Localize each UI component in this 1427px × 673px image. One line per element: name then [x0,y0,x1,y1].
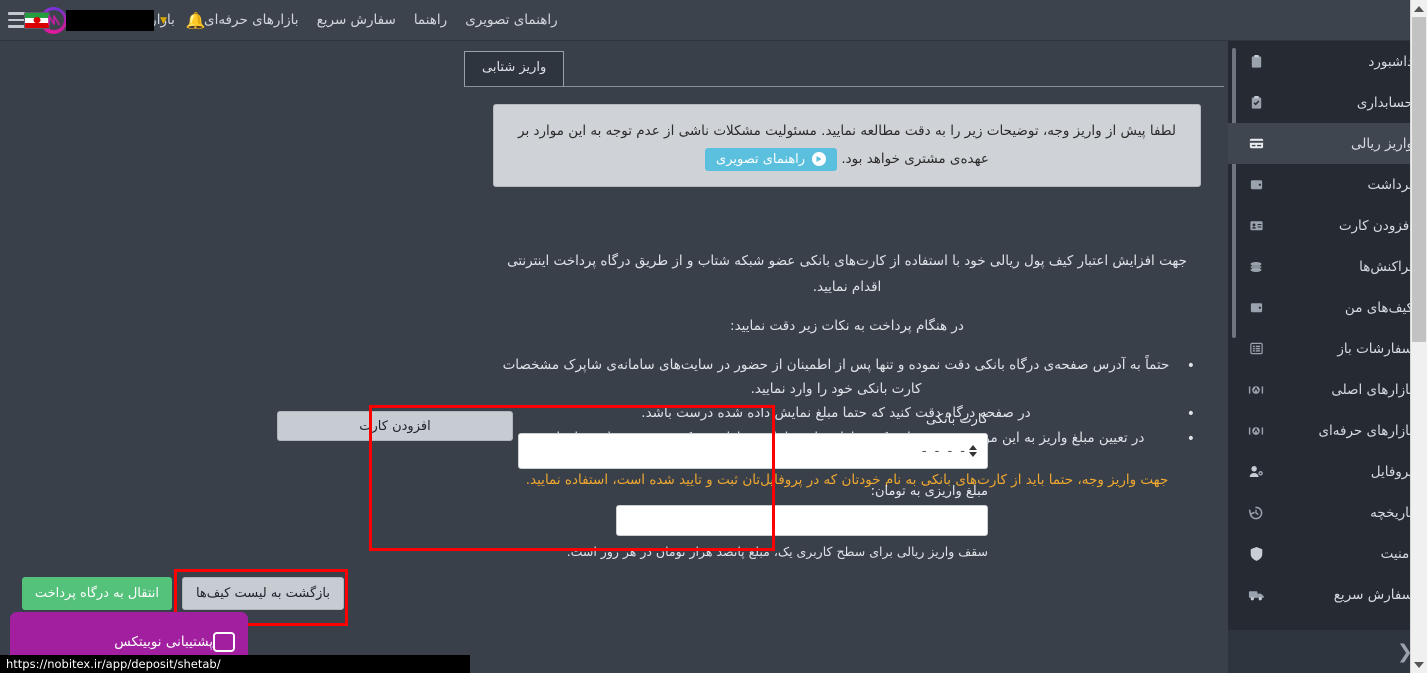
video-guide-button[interactable]: راهنمای تصویری [705,147,838,171]
sidebar-item-profile[interactable]: پروفایل › [1228,451,1427,492]
support-chat-label: پشتیبانی نوبیتکس [114,634,213,650]
top-navigation-bar: بازارهای اصلی ▼ بازارهای حرفه‌ای ▼ سفارش… [0,0,1410,41]
add-card-button[interactable]: افزودن کارت [277,411,513,441]
chevron-down-icon[interactable]: ▼ [160,16,167,26]
sidebar-item-my-wallets[interactable]: کیف‌های من [1228,287,1427,328]
bank-card-select[interactable]: - - - - [518,433,988,469]
nav-link-video-guide[interactable]: راهنمای تصویری [456,0,566,41]
sidebar: داشبورد حسابداری ⌄ واریز ریالی برداشت [1228,41,1427,673]
status-bar-url-text: https://nobitex.ir/app/deposit/shetab/ [6,657,221,671]
sidebar-item-security[interactable]: امنیت › [1228,533,1427,574]
list-icon [1238,341,1274,356]
sidebar-item-label: افزودن کارت [1338,217,1413,234]
wallet-icon [1238,177,1274,192]
info-alert: لطفا پیش از واریز وجه، توضیحات زیر را به… [493,104,1201,187]
nav-link-quick-order[interactable]: سفارش سریع [308,0,405,41]
list-item: حتماً به آدرس صفحه‌ی درگاه بانکی دقت نمو… [493,354,1195,401]
bank-card-selected-value: - - - - [921,443,967,459]
amount-label: مبلغ واریزی به تومان: [870,484,988,499]
logo-glyph [40,7,67,34]
alert-text: لطفا پیش از واریز وجه، توضیحات زیر را به… [518,123,1176,168]
chart-icon [1238,383,1274,397]
sidebar-item-open-orders[interactable]: سفارشات باز [1228,328,1427,369]
amount-field-group: مبلغ واریزی به تومان: [578,484,988,536]
coins-icon [1238,259,1274,275]
sidebar-item-label: تراکنش‌ها [1359,258,1413,275]
sidebar-item-label: امنیت [1380,545,1413,562]
tab-shetab-deposit[interactable]: واریز شتابی [464,51,565,86]
username-redacted[interactable] [66,10,154,31]
chevron-updown-icon [969,445,977,457]
sidebar-item-transactions[interactable]: تراکنش‌ها [1228,246,1427,287]
instruction-paragraph-1: جهت افزایش اعتبار کیف پول ریالی خود با ا… [507,253,1187,295]
sidebar-collapse-toggle[interactable]: ❯ [1228,630,1427,673]
sidebar-item-label: واریز ریالی [1350,135,1413,152]
sidebar-item-rial-deposit[interactable]: واریز ریالی [1228,123,1427,164]
video-guide-label: راهنمای تصویری [716,151,806,167]
sidebar-item-withdraw[interactable]: برداشت [1228,164,1427,205]
clipboard-icon [1238,54,1274,69]
sidebar-item-label: داشبورد [1368,53,1413,70]
history-icon [1238,505,1274,521]
wallet-icon [1238,300,1274,315]
sidebar-item-label: برداشت [1367,176,1413,193]
sidebar-item-label: بازارهای اصلی [1331,381,1413,398]
sidebar-item-pro-markets[interactable]: بازارهای حرفه‌ای › [1228,410,1427,451]
tab-label: واریز شتابی [482,60,547,75]
status-bar-url: https://nobitex.ir/app/deposit/shetab/ [0,655,470,673]
chart-icon [1238,424,1274,438]
nav-link-label: سفارش سریع [316,12,396,28]
main-content: واریز شتابی لطفا پیش از واریز وجه، توضیح… [17,41,1228,673]
amount-input[interactable] [616,505,988,536]
sidebar-item-dashboard[interactable]: داشبورد [1228,41,1427,82]
sidebar-item-main-markets[interactable]: بازارهای اصلی › [1228,369,1427,410]
back-to-wallets-button[interactable]: بازگشت به لیست کیف‌ها [181,577,344,610]
bank-card-label: کارت بانکی [925,412,988,427]
user-gear-icon [1238,464,1274,479]
shield-icon [1238,546,1274,562]
topnav-left-group: ▼ 🔔 [0,0,222,41]
instruction-paragraph-2: در هنگام پرداخت به نکات زیر دقت نمایید: [730,318,964,335]
credit-card-icon [1238,135,1274,152]
sidebar-item-label: بازارهای حرفه‌ای [1318,422,1413,439]
bell-icon[interactable]: 🔔 [186,11,206,30]
support-chat-widget[interactable]: پشتیبانی نوبیتکس [10,612,248,656]
play-icon [812,152,827,167]
browser-scrollbar[interactable] [1410,0,1427,673]
sidebar-item-label: پروفایل [1370,463,1413,480]
scroll-up-arrow-icon[interactable] [1414,6,1424,12]
go-to-payment-gateway-button[interactable]: انتقال به درگاه پرداخت [21,577,172,610]
nobitex-logo-icon[interactable] [40,6,67,34]
id-card-icon [1238,218,1274,233]
sidebar-item-label: سفارش سریع [1333,586,1413,603]
action-button-row: انتقال به درگاه پرداخت بازگشت به لیست کی… [21,577,344,610]
scrollbar-thumb[interactable] [1412,17,1426,342]
bank-card-field-group: کارت بانکی - - - - [518,412,988,469]
sidebar-item-label: سفارشات باز [1337,340,1413,357]
sidebar-item-label: تاریخچه [1370,504,1413,521]
browser-page: بازارهای اصلی ▼ بازارهای حرفه‌ای ▼ سفارش… [0,0,1427,673]
nav-link-help[interactable]: راهنما [405,0,456,41]
tab-bar: واریز شتابی [464,49,1224,87]
sidebar-item-label: حسابداری [1356,94,1413,111]
deposit-cap-note: سقف واریز ریالی برای سطح کاربری یک، مبلغ… [566,544,988,559]
clipboard-check-icon [1238,95,1274,110]
sidebar-item-history[interactable]: تاریخچه › [1228,492,1427,533]
nav-link-label: راهنما [413,12,448,28]
sidebar-item-add-card[interactable]: افزودن کارت [1228,205,1427,246]
sidebar-item-quick-order[interactable]: سفارش سریع [1228,574,1427,615]
sidebar-item-label: کیف‌های من [1344,299,1413,316]
sidebar-item-accounting[interactable]: حسابداری ⌄ [1228,82,1427,123]
nav-link-label: راهنمای تصویری [465,12,558,28]
chat-bubble-icon [213,632,235,652]
scroll-down-arrow-icon[interactable] [1414,662,1424,668]
truck-icon [1238,588,1274,602]
